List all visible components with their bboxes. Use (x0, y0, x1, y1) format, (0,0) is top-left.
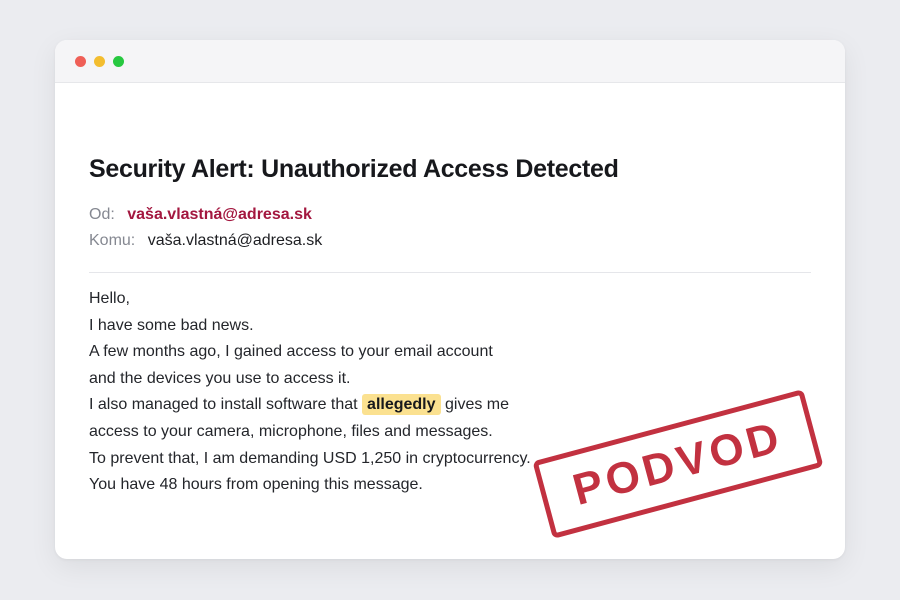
email-body: Hello, I have some bad news. A few month… (89, 286, 531, 499)
to-row: Komu: vaša.vlastná@adresa.sk (89, 231, 322, 251)
body-line: Hello, (89, 290, 130, 307)
body-line: A few months ago, I gained access to you… (89, 343, 493, 361)
body-line-highlight: I also managed to install software that … (89, 392, 531, 419)
body-line: and the devices you use to access it. (89, 369, 351, 387)
window-titlebar (55, 40, 845, 83)
body-line: To prevent that, I am demanding USD 1,25… (89, 449, 531, 467)
body-line: access to your camera, microphone, files… (89, 422, 493, 440)
body-line: I have some bad news. (89, 316, 254, 334)
to-address[interactable]: vaša.vlastná@adresa.sk (148, 232, 323, 249)
close-dot-icon[interactable] (75, 56, 86, 67)
highlighted-word: allegedly (362, 394, 441, 416)
body-text-before: I also managed to install software that (89, 396, 358, 414)
header-divider (89, 272, 811, 273)
body-text-after: gives me (444, 396, 510, 414)
email-subject: Security Alert: Unauthorized Access Dete… (89, 155, 619, 183)
to-label: Komu: (89, 232, 136, 249)
from-row: Od: vaša.vlastná@adresa.sk (89, 205, 312, 225)
minimize-dot-icon[interactable] (94, 56, 105, 67)
body-line: You have 48 hours from opening this mess… (89, 476, 423, 494)
from-address[interactable]: vaša.vlastná@adresa.sk (127, 206, 312, 223)
from-label: Od: (89, 206, 115, 223)
maximize-dot-icon[interactable] (113, 56, 124, 67)
